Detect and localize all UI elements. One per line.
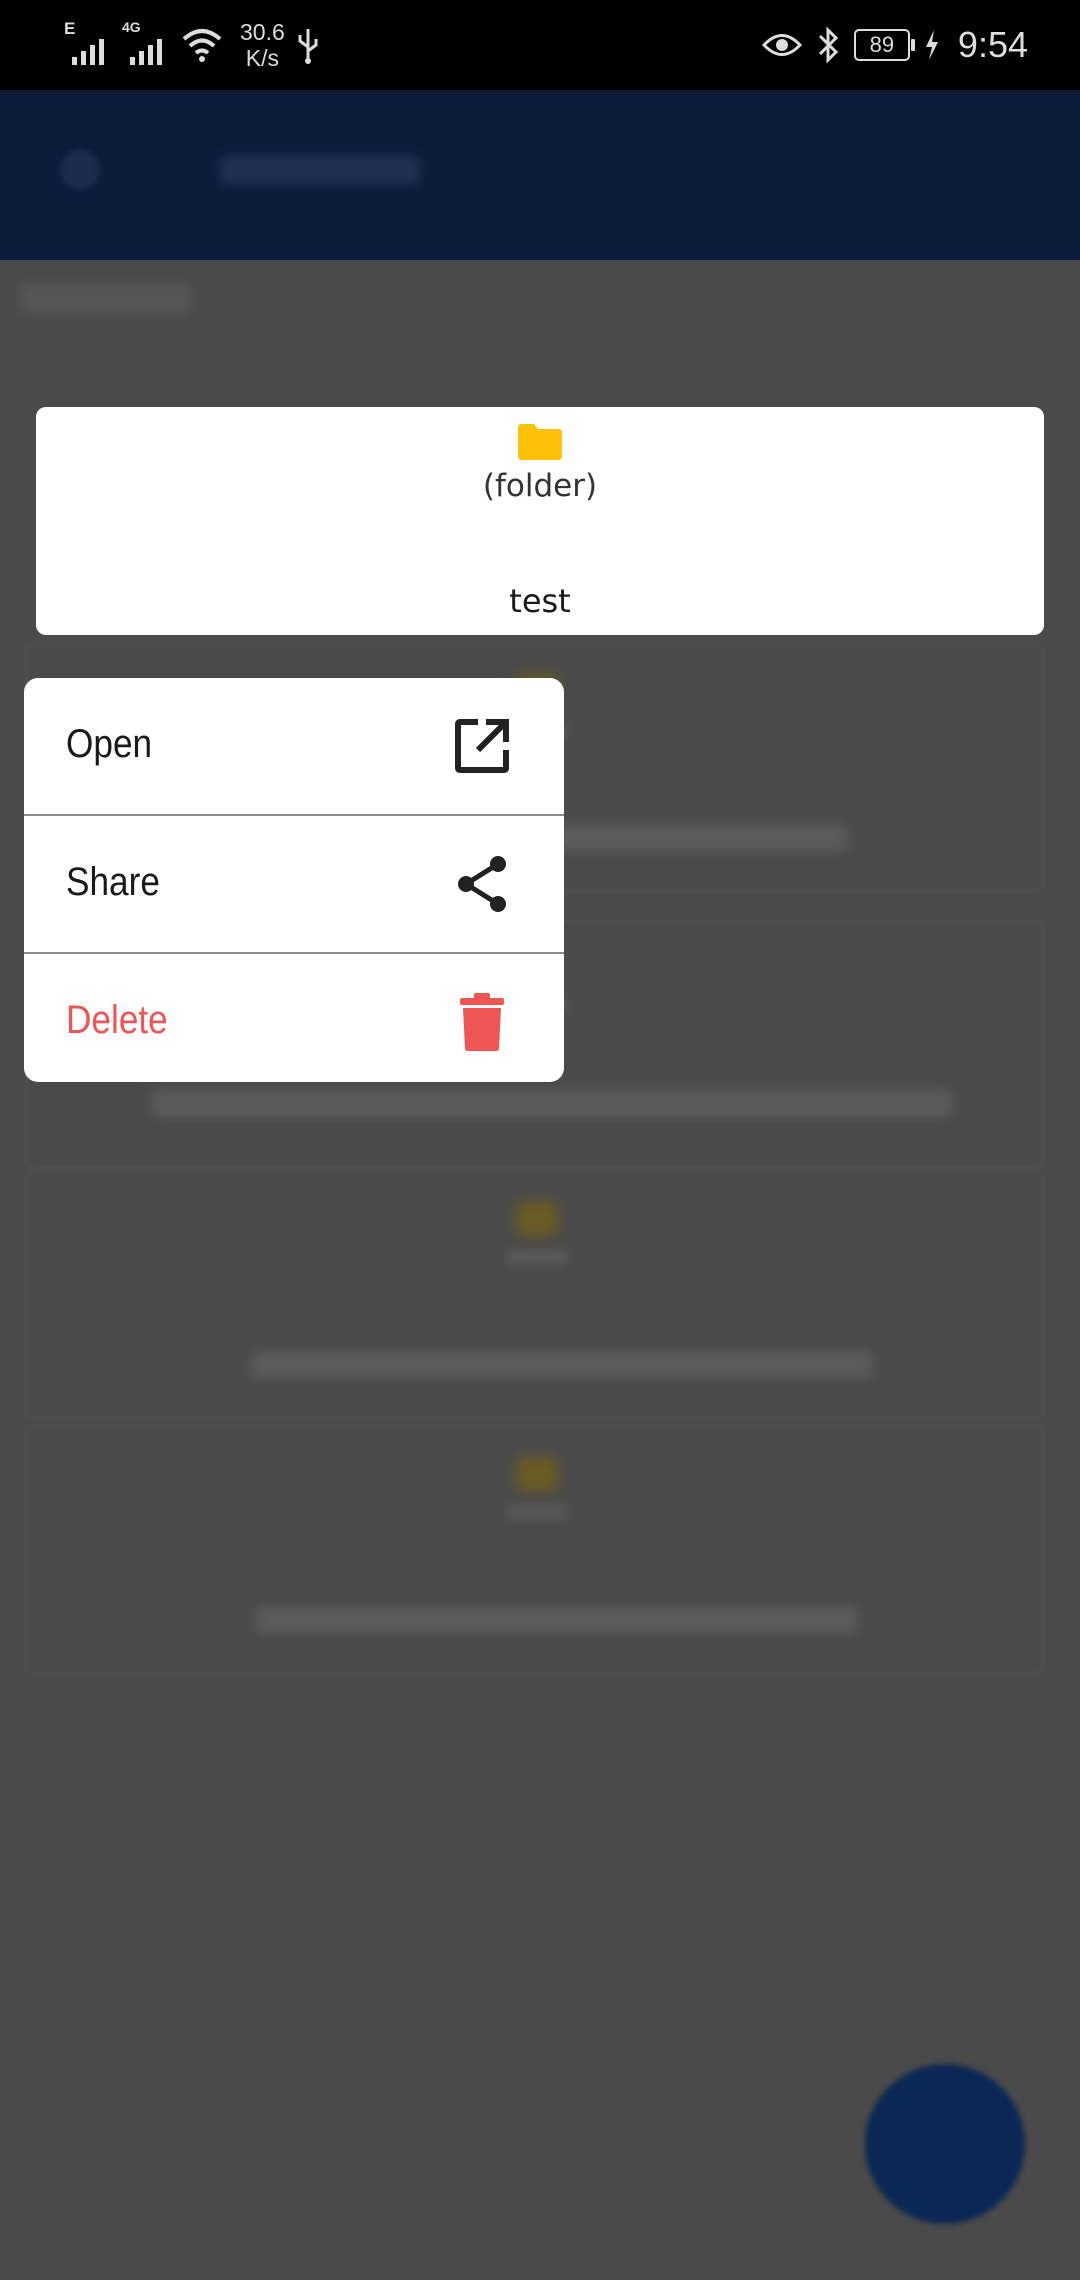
file-name xyxy=(257,1607,857,1633)
usb-icon xyxy=(298,29,318,64)
speed-value: 30.6 xyxy=(240,19,285,45)
list-item xyxy=(25,1170,1044,1419)
item-name-label: test xyxy=(509,582,571,620)
battery-icon: 89 xyxy=(853,29,915,61)
file-icon xyxy=(517,1202,557,1236)
add-fab-button xyxy=(865,2064,1025,2224)
menu-item-share[interactable]: Share xyxy=(24,816,564,952)
app-title xyxy=(220,155,420,185)
wifi-icon xyxy=(182,29,222,62)
speed-unit: K/s xyxy=(245,45,279,71)
status-left: E 4G 30.6 K/s xyxy=(64,14,321,76)
folder-icon xyxy=(518,424,562,460)
trash-icon xyxy=(460,993,504,1051)
file-name xyxy=(152,1090,952,1116)
network-type-label: E xyxy=(64,19,76,38)
file-name xyxy=(547,825,847,851)
open-in-new-icon xyxy=(455,719,509,773)
clock: 9:54 xyxy=(957,24,1028,65)
context-menu: Open Share Delete xyxy=(24,678,564,1082)
breadcrumb xyxy=(20,284,190,312)
network-type-label: 4G xyxy=(122,19,141,35)
eye-icon xyxy=(761,34,802,56)
menu-item-label: Open xyxy=(66,722,153,766)
menu-item-open[interactable]: Open xyxy=(24,678,564,814)
file-subtitle xyxy=(507,1505,567,1519)
signal-icon: 4G xyxy=(122,19,170,69)
charging-icon xyxy=(925,30,938,60)
bluetooth-icon xyxy=(818,26,839,64)
signal-icon: E xyxy=(64,19,112,69)
share-icon xyxy=(458,856,506,912)
back-button xyxy=(60,150,100,190)
menu-item-label: Share xyxy=(66,860,160,904)
network-speed: 30.6 K/s xyxy=(240,19,285,71)
list-item xyxy=(25,1425,1044,1674)
status-right: 89 9:54 xyxy=(761,14,1028,76)
menu-item-label: Delete xyxy=(66,998,168,1042)
item-type-label: (folder) xyxy=(482,468,598,504)
file-subtitle xyxy=(507,1250,567,1264)
file-name xyxy=(252,1352,872,1378)
menu-item-delete[interactable]: Delete xyxy=(24,954,564,1082)
status-bar: E 4G 30.6 K/s 89 9:54 xyxy=(0,0,1080,90)
app-bar xyxy=(0,90,1080,260)
file-icon xyxy=(517,1457,557,1491)
battery-level: 89 xyxy=(869,32,895,57)
